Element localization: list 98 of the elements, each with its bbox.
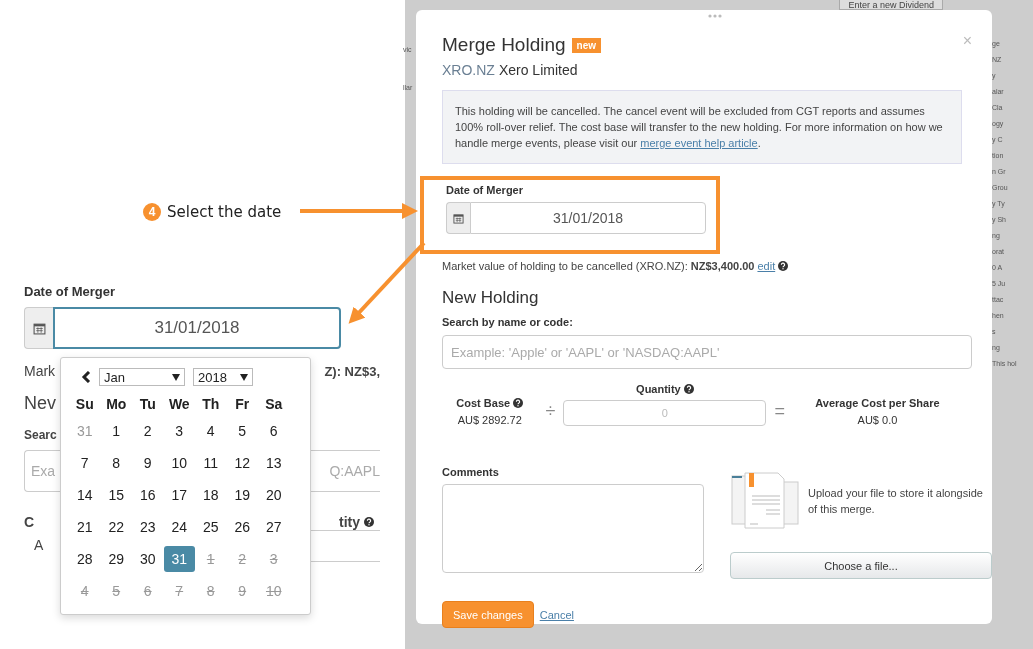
weekday-label: Tu (138, 396, 157, 412)
field-label: Search by name or code: (442, 316, 574, 328)
text-fragment: Mark (24, 363, 56, 379)
new-badge: new (571, 37, 602, 53)
search-field[interactable]: Example: 'Apple' or 'AAPL' or 'NASDAQ:AAPL' (442, 335, 972, 369)
calendar-day[interactable]: 13 (258, 450, 290, 476)
month-select[interactable]: Jan (99, 368, 185, 386)
help-icon[interactable] (778, 261, 789, 271)
calendar-day[interactable]: 10 (163, 450, 195, 476)
calendar-day[interactable]: 7 (69, 450, 101, 476)
label-fragment: tity (339, 514, 360, 530)
field-label: Cost Base (456, 397, 511, 409)
weekday-label: Th (201, 396, 221, 412)
calendar-day: 2 (226, 546, 258, 572)
calendar-day: 4 (69, 578, 101, 604)
calendar-day: 6 (132, 578, 164, 604)
modal-title: Merge Holding (442, 34, 566, 56)
calendar-day[interactable]: 5 (226, 418, 258, 444)
heading-fragment: Nev (24, 393, 56, 414)
calendar-day[interactable]: 23 (132, 514, 164, 540)
calendar-day[interactable]: 19 (226, 482, 258, 508)
calendar-day[interactable]: 9 (132, 450, 164, 476)
calendar-day[interactable]: 15 (100, 482, 132, 508)
upload-hint: Upload your file to store it alongside of this merge. (808, 486, 984, 517)
weekday-label: Su (74, 396, 95, 412)
info-message: This holding will be cancelled. The cancel event will be excluded from CGT reports and assumes 100% roll-over relief. The cost base will transfer to the new holding. For more information on how we handle merge events, please visit our merge event help article. (442, 90, 962, 164)
choose-file-button[interactable]: Choose a file... (730, 552, 992, 579)
calendar-day[interactable]: 21 (69, 514, 101, 540)
field-label: Date of Merger (446, 184, 525, 196)
text-fragment: Z): NZ$3, (324, 363, 380, 379)
calendar-day[interactable]: 16 (132, 482, 164, 508)
drag-handle[interactable] (708, 14, 722, 18)
ticker-text: XRO.NZ (442, 62, 495, 78)
calendar-day[interactable]: 27 (258, 514, 290, 540)
text-fragment: A (34, 537, 44, 553)
step-number: 4 (143, 203, 161, 221)
calendar-day[interactable]: 14 (69, 482, 101, 508)
market-value-text: Market value of holding to be cancelled (XRO.NZ): NZ$3,400.00 (442, 260, 755, 272)
calendar-day[interactable]: 29 (100, 546, 132, 572)
help-article-link[interactable]: merge event help article (640, 137, 758, 149)
calendar-day: 1 (195, 546, 227, 572)
calendar-day[interactable]: 30 (132, 546, 164, 572)
average-value: AU$ 0.0 (857, 414, 898, 426)
quantity-field[interactable]: 0 (563, 400, 767, 426)
calendar-day: 7 (163, 578, 195, 604)
calendar-day[interactable]: 8 (100, 450, 132, 476)
calendar-day[interactable]: 12 (226, 450, 258, 476)
calendar-day[interactable]: 28 (69, 546, 101, 572)
calendar-day[interactable]: 6 (258, 418, 290, 444)
previous-month-icon[interactable] (81, 371, 91, 383)
divide-sign: ÷ (544, 401, 557, 423)
cost-value: AU$ 2892.72 (457, 414, 522, 426)
calendar-day[interactable]: 26 (226, 514, 258, 540)
calendar-day[interactable]: 20 (258, 482, 290, 508)
calendar-icon (32, 321, 46, 335)
help-icon[interactable] (683, 384, 694, 394)
calendar-day: 8 (195, 578, 227, 604)
calendar-day[interactable]: 3 (163, 418, 195, 444)
calendar-day[interactable]: 22 (100, 514, 132, 540)
help-icon[interactable] (513, 398, 524, 408)
calendar-day[interactable]: 31 (163, 546, 195, 572)
calendar-day: 9 (226, 578, 258, 604)
date-field[interactable]: 31/01/2018 (470, 202, 706, 234)
field-label: Average Cost per Share (815, 397, 940, 409)
year-select[interactable]: 2018 (193, 368, 253, 386)
weekday-label: Fr (234, 396, 251, 412)
label-fragment: C (24, 514, 35, 530)
calendar-day[interactable]: 4 (195, 418, 227, 444)
calendar-icon (453, 212, 464, 224)
calendar-day[interactable]: 11 (195, 450, 227, 476)
calendar-day: 10 (258, 578, 290, 604)
calendar-day[interactable]: 25 (195, 514, 227, 540)
calendar-day[interactable]: 18 (195, 482, 227, 508)
calendar-day: 3 (258, 546, 290, 572)
weekday-label: Mo (105, 396, 128, 412)
label-fragment: Searc (24, 428, 57, 442)
field-label: Quantity (636, 383, 681, 395)
calendar-day[interactable]: 1 (100, 418, 132, 444)
annotation-text: Select the date (167, 203, 282, 221)
edit-link[interactable]: edit (757, 260, 776, 272)
calendar-day[interactable]: 17 (163, 482, 195, 508)
company-name: Xero Limited (498, 62, 578, 78)
field-label: Date of Merger (24, 284, 117, 299)
calendar-day[interactable]: 24 (163, 514, 195, 540)
equals-sign: = (773, 401, 786, 423)
comments-field[interactable] (442, 484, 704, 573)
section-heading: New Holding (442, 288, 540, 308)
date-field[interactable]: 31/01/2018 (53, 307, 341, 349)
field-label: Comments (442, 466, 500, 478)
documents-icon (730, 472, 800, 530)
dropdown-caret-icon (172, 373, 180, 381)
calendar-day[interactable]: 2 (132, 418, 164, 444)
help-icon[interactable] (364, 517, 374, 527)
cancel-link[interactable]: Cancel (539, 608, 574, 621)
weekday-label: Sa (264, 396, 284, 412)
calendar-day: 5 (100, 578, 132, 604)
weekday-label: We (167, 396, 191, 412)
dropdown-caret-icon (240, 373, 248, 381)
